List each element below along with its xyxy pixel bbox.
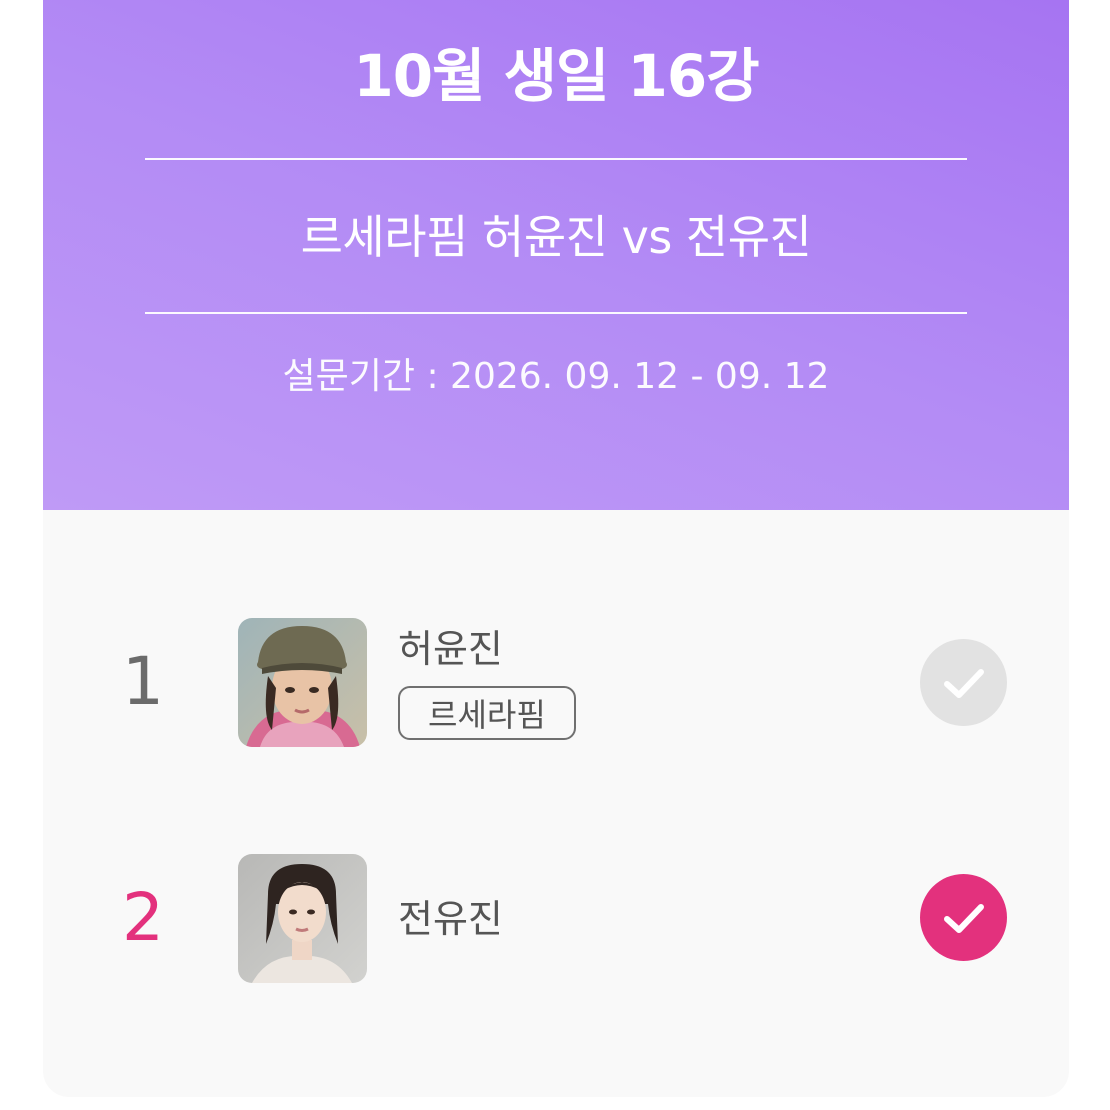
vote-check-button[interactable]	[920, 874, 1007, 961]
poll-header: 10월 생일 16강 르세라핌 허윤진 vs 전유진 설문기간 : 2026. …	[43, 0, 1069, 510]
avatar	[238, 618, 367, 747]
matchup-text: 르세라핌 허윤진 vs 전유진	[300, 210, 812, 264]
result-row[interactable]: 2 전유진	[43, 850, 1069, 990]
divider	[145, 312, 967, 314]
result-row[interactable]: 1 허윤진 르세라핌	[43, 614, 1069, 754]
vote-check-button[interactable]	[920, 639, 1007, 726]
avatar	[238, 854, 367, 983]
rank-number: 1	[122, 643, 164, 720]
checkmark-icon	[944, 904, 984, 933]
divider	[145, 158, 967, 160]
poll-result-card: 10월 생일 16강 르세라핌 허윤진 vs 전유진 설문기간 : 2026. …	[43, 0, 1069, 1097]
poll-title: 10월 생일 16강	[353, 42, 759, 110]
group-tag: 르세라핌	[398, 686, 576, 740]
survey-period: 설문기간 : 2026. 09. 12 - 09. 12	[282, 356, 830, 397]
checkmark-icon	[944, 669, 984, 698]
candidate-name: 전유진	[398, 897, 503, 941]
rank-number: 2	[122, 879, 164, 956]
candidate-name: 허윤진	[398, 627, 503, 671]
